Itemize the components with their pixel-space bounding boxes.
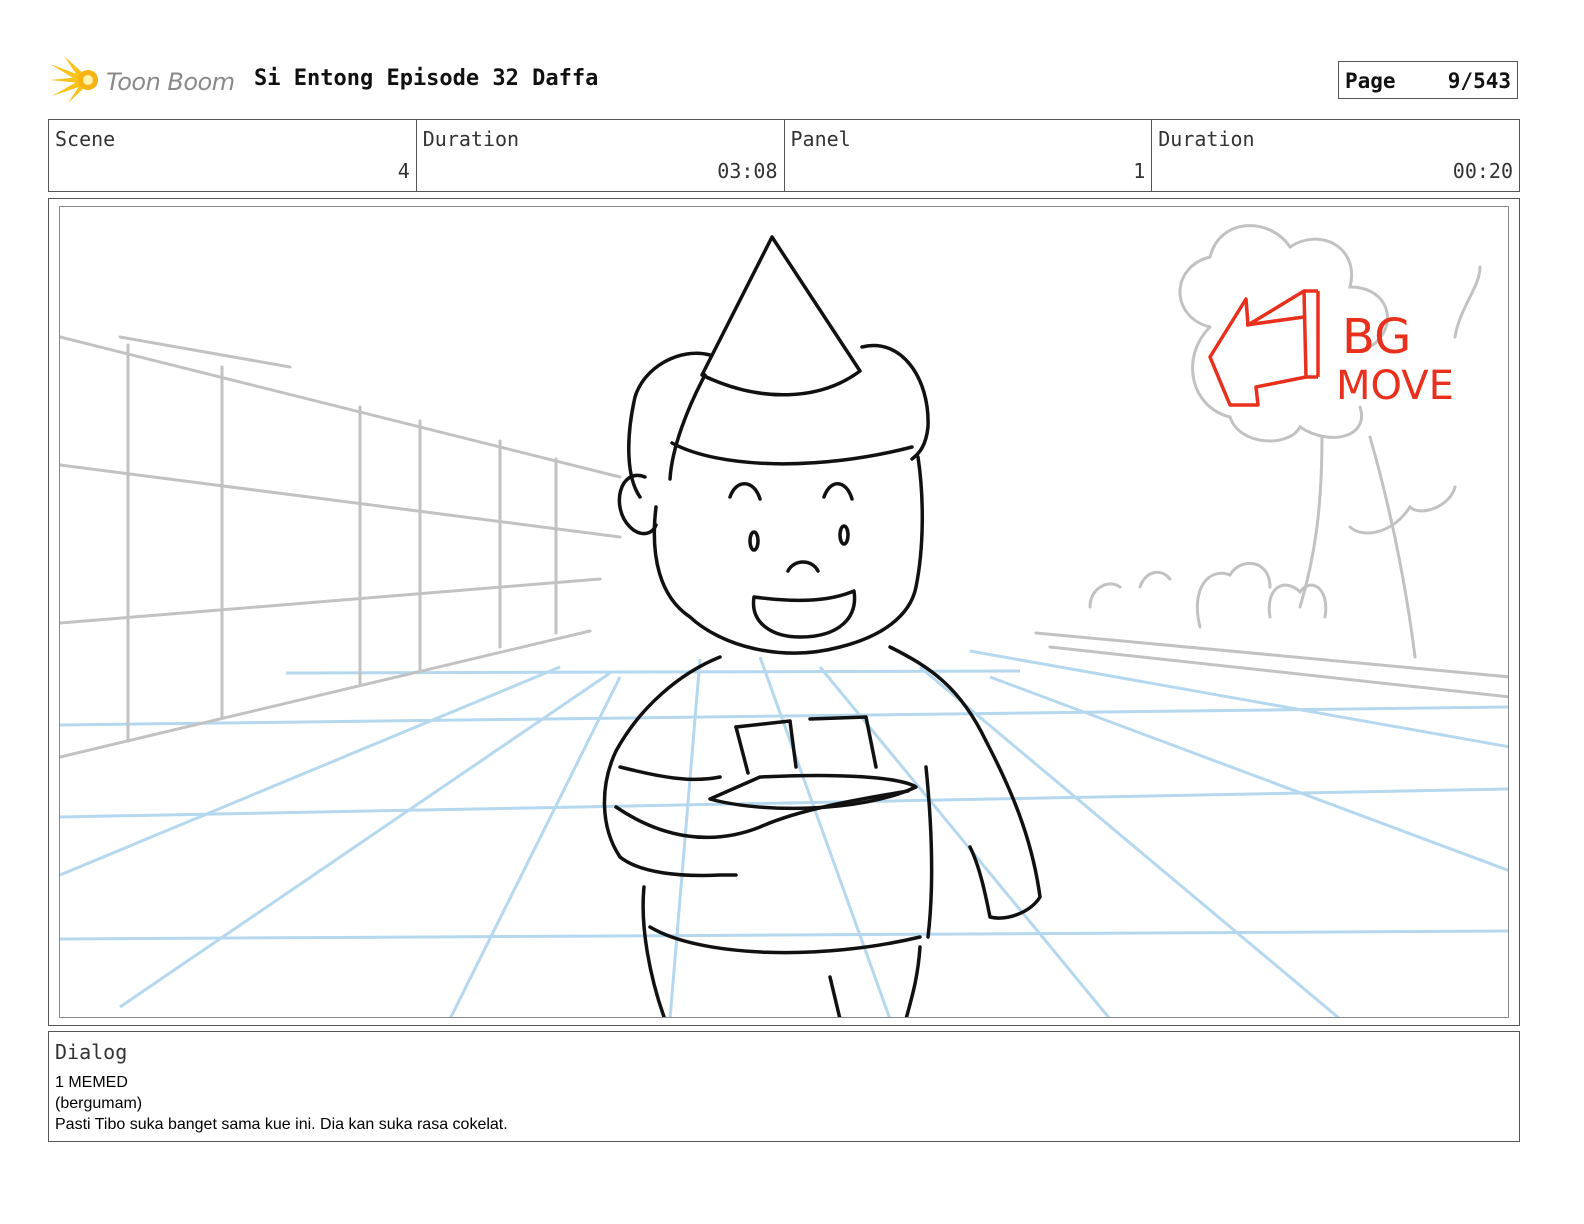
left-arrow-icon bbox=[1208, 289, 1320, 407]
page-number: 9/543 bbox=[1447, 69, 1511, 93]
bg-move-note: BG MOVE bbox=[1208, 289, 1454, 409]
sketch-panel: BG MOVE bbox=[59, 206, 1509, 1018]
dialog-line: Pasti Tibo suka banget sama kue ini. Dia… bbox=[55, 1116, 508, 1133]
panel-cell: Panel 1 bbox=[785, 120, 1153, 191]
page-label: Page bbox=[1345, 69, 1396, 93]
dialog-section: Dialog 1 MEMED (bergumam) Pasti Tibo suk… bbox=[48, 1031, 1520, 1142]
panel-duration-cell: Duration 00:20 bbox=[1152, 120, 1519, 191]
scene-info-table: Scene 4 Duration 03:08 Panel 1 Duration … bbox=[48, 119, 1520, 192]
bg-move-line2: MOVE bbox=[1336, 363, 1454, 409]
panel-value: 1 bbox=[1133, 159, 1146, 183]
dialog-text: 1 MEMED (bergumam) Pasti Tibo suka bange… bbox=[55, 1072, 508, 1135]
scene-duration-label: Duration bbox=[422, 127, 520, 151]
scene-cell: Scene 4 bbox=[49, 120, 417, 191]
dialog-direction: (bergumam) bbox=[55, 1095, 143, 1112]
panel-duration-value: 00:20 bbox=[1452, 159, 1513, 183]
storyboard-sketch: BG MOVE bbox=[60, 224, 1508, 1017]
bg-move-line1: BG bbox=[1342, 309, 1411, 365]
scene-duration-value: 03:08 bbox=[717, 159, 778, 183]
scene-label: Scene bbox=[55, 127, 116, 151]
storyboard-header: Toon Boom Si Entong Episode 32 Daffa Pag… bbox=[48, 52, 1520, 108]
panel-frame: BG MOVE bbox=[48, 198, 1520, 1026]
sunburst-icon bbox=[50, 56, 98, 103]
scene-duration-cell: Duration 03:08 bbox=[417, 120, 785, 191]
panel-label: Panel bbox=[790, 127, 851, 151]
logo-wordmark: Toon Boom bbox=[106, 68, 235, 96]
toon-boom-logo: Toon Boom bbox=[50, 56, 240, 104]
dialog-label: Dialog bbox=[55, 1040, 128, 1064]
panel-duration-label: Duration bbox=[1158, 127, 1255, 151]
background-sketch bbox=[60, 224, 1508, 759]
scene-value: 4 bbox=[397, 159, 410, 183]
document-title: Si Entong Episode 32 Daffa bbox=[254, 66, 599, 91]
dialog-speaker: 1 MEMED bbox=[55, 1074, 128, 1091]
character-sketch bbox=[602, 235, 1042, 1017]
page-indicator: Page 9/543 bbox=[1338, 61, 1518, 99]
